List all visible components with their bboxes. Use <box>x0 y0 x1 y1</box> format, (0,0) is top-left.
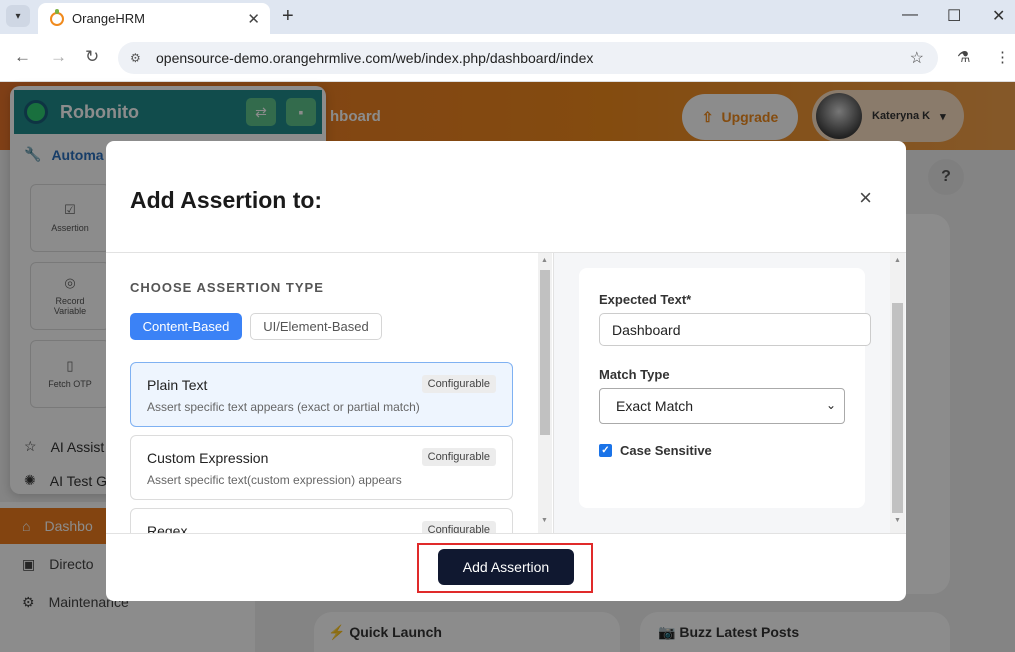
new-tab-icon[interactable]: + <box>282 5 294 28</box>
match-type-select[interactable]: Exact Match ⌄ <box>599 388 845 424</box>
assertion-type-pane: CHOOSE ASSERTION TYPE Content-Based UI/E… <box>106 253 554 533</box>
scroll-down-icon[interactable]: ▼ <box>894 517 901 524</box>
config-card: Expected Text* Match Type Exact Match ⌄ … <box>579 268 871 508</box>
browser-menu-icon[interactable]: ⋮ <box>995 48 1010 66</box>
assertion-config-pane: Expected Text* Match Type Exact Match ⌄ … <box>554 253 906 533</box>
url-text: opensource-demo.orangehrmlive.com/web/in… <box>156 50 594 66</box>
match-type-value: Exact Match <box>616 398 694 414</box>
url-omnibox[interactable]: ⚙ opensource-demo.orangehrmlive.com/web/… <box>118 42 938 74</box>
browser-tab-bar: ▾ OrangeHRM ✕ + — ☐ ✕ <box>0 0 1015 34</box>
assertion-type-desc: Assert specific text appears (exact or p… <box>147 400 420 414</box>
chevron-down-icon: ⌄ <box>825 398 836 412</box>
case-sensitive-label: Case Sensitive <box>620 443 712 458</box>
assertion-type-custom-expression[interactable]: Custom Expression Assert specific text(c… <box>130 435 513 500</box>
match-type-label: Match Type <box>599 367 670 382</box>
assertion-type-name: Custom Expression <box>147 450 269 466</box>
case-sensitive-row[interactable]: ✓ Case Sensitive <box>599 443 712 458</box>
assertion-type-name: Plain Text <box>147 377 208 393</box>
expected-text-label: Expected Text* <box>599 292 692 307</box>
tab-list-chevron-icon[interactable]: ▾ <box>6 5 30 27</box>
scroll-down-icon[interactable]: ▼ <box>541 517 548 524</box>
browser-tab[interactable]: OrangeHRM ✕ <box>38 3 270 34</box>
assertion-type-plain-text[interactable]: Plain Text Assert specific text appears … <box>130 362 513 427</box>
reload-icon[interactable]: ↻ <box>85 47 99 67</box>
footer-divider <box>106 533 906 534</box>
scroll-up-icon[interactable]: ▲ <box>894 257 901 264</box>
site-settings-icon[interactable]: ⚙ <box>130 51 141 65</box>
case-sensitive-checkbox[interactable]: ✓ <box>599 444 612 457</box>
expected-text-input[interactable] <box>599 313 871 346</box>
highlight-annotation <box>417 543 593 593</box>
modal-title: Add Assertion to: <box>130 187 323 213</box>
section-label: CHOOSE ASSERTION TYPE <box>130 280 324 295</box>
maximize-icon[interactable]: ☐ <box>947 6 961 26</box>
tab-title: OrangeHRM <box>72 11 145 26</box>
bookmark-star-icon[interactable]: ☆ <box>910 48 924 68</box>
configurable-badge: Configurable <box>421 521 496 533</box>
configurable-badge: Configurable <box>421 448 496 466</box>
assertion-type-desc: Assert specific text(custom expression) … <box>147 473 402 487</box>
assertion-type-name: Regex <box>147 523 188 533</box>
close-icon[interactable]: × <box>859 185 872 211</box>
assertion-type-regex[interactable]: Regex Configurable <box>130 508 513 533</box>
labs-flask-icon[interactable]: ⚗ <box>957 48 970 66</box>
address-bar: ← → ↻ ⚙ opensource-demo.orangehrmlive.co… <box>0 34 1015 82</box>
tab-close-icon[interactable]: ✕ <box>247 10 260 28</box>
left-scrollbar[interactable]: ▲ ▼ <box>538 253 552 533</box>
right-scrollbar-thumb[interactable] <box>892 303 903 513</box>
window-close-icon[interactable]: ✕ <box>992 6 1005 26</box>
tab-ui-element-based[interactable]: UI/Element-Based <box>250 313 382 340</box>
forward-arrow-icon[interactable]: → <box>50 47 67 67</box>
back-arrow-icon[interactable]: ← <box>14 47 31 67</box>
tab-content-based[interactable]: Content-Based <box>130 313 242 340</box>
add-assertion-modal: Add Assertion to: × CHOOSE ASSERTION TYP… <box>106 141 906 601</box>
minimize-icon[interactable]: — <box>902 6 918 24</box>
configurable-badge: Configurable <box>421 375 496 393</box>
left-scrollbar-thumb[interactable] <box>540 270 550 435</box>
scroll-up-icon[interactable]: ▲ <box>541 257 548 264</box>
right-scrollbar[interactable]: ▲ ▼ <box>890 253 905 533</box>
orangehrm-favicon-icon <box>50 8 64 26</box>
